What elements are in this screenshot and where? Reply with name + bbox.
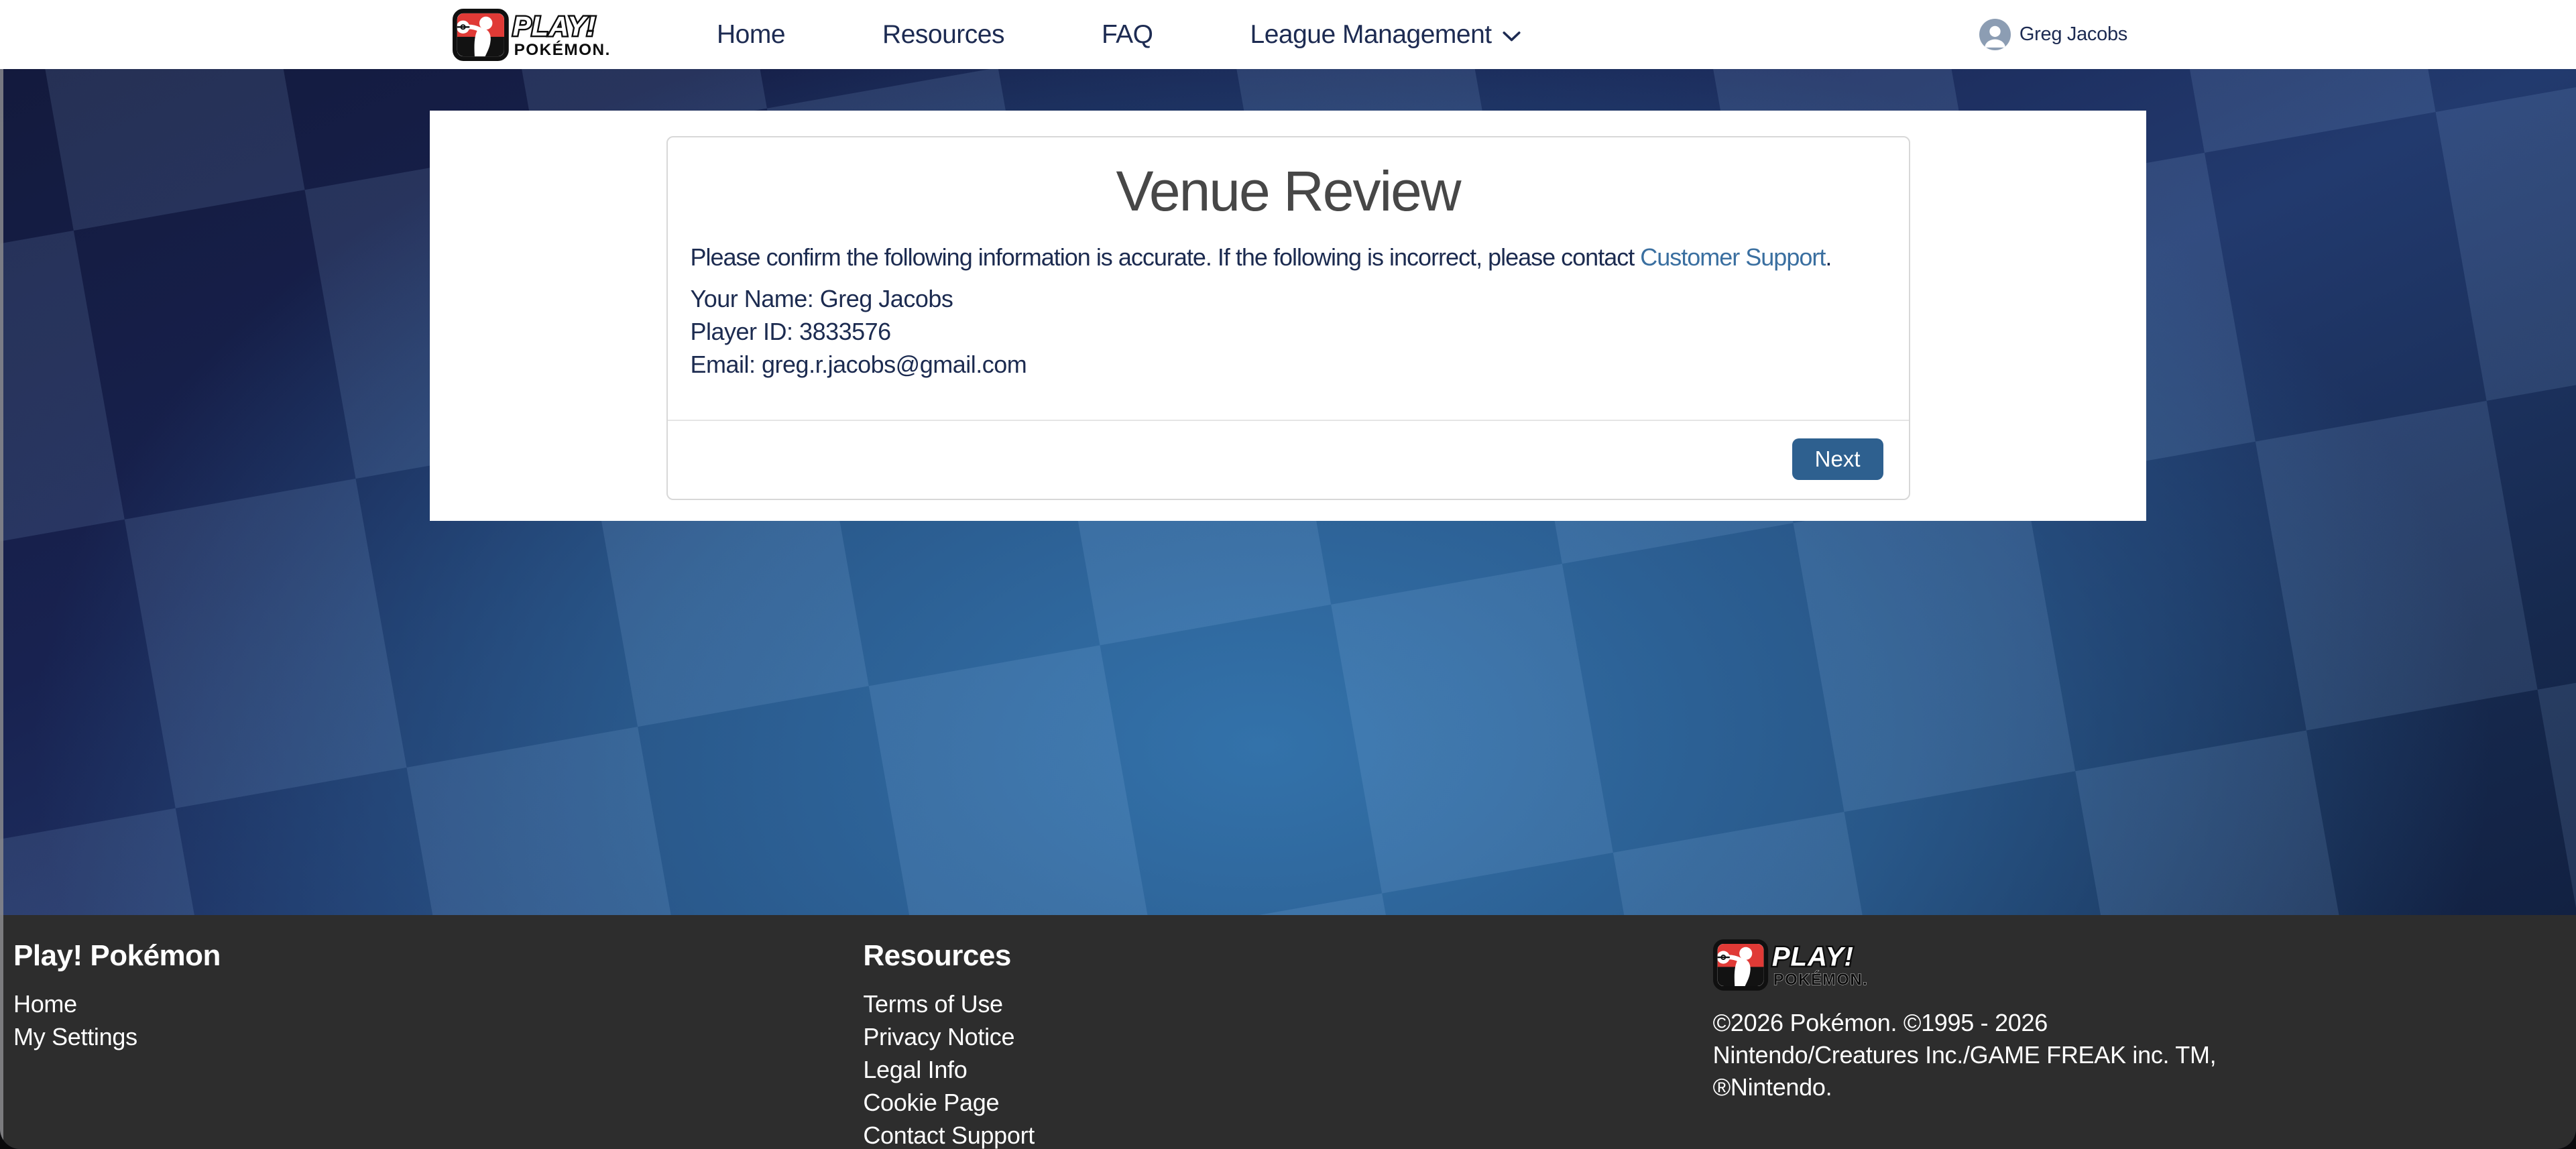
play-pokemon-logo-icon: PLAY! POKÉMON. xyxy=(453,9,655,61)
nav-item-label: Home xyxy=(717,20,785,50)
main-nav: Home Resources FAQ League Management xyxy=(717,20,1521,50)
user-avatar-icon xyxy=(1979,19,2011,50)
footer-links: Terms of Use Privacy Notice Legal Info C… xyxy=(863,987,1712,1149)
svg-text:PLAY!: PLAY! xyxy=(513,10,597,41)
footer-heading-resources: Resources xyxy=(863,939,1712,973)
user-name: Greg Jacobs xyxy=(2019,23,2127,46)
svg-text:POKÉMON.: POKÉMON. xyxy=(514,40,611,59)
svg-text:PLAY!: PLAY! xyxy=(1772,942,1854,971)
main-background: Venue Review Please confirm the followin… xyxy=(0,69,2576,915)
intro-text-period: . xyxy=(1825,243,1831,271)
footer-heading-play-pokemon: Play! Pokémon xyxy=(13,939,863,973)
footer: Play! Pokémon Home My Settings Resources… xyxy=(0,915,2576,1149)
footer-link-terms-of-use[interactable]: Terms of Use xyxy=(863,987,1002,1020)
footer-column-resources: Resources Terms of Use Privacy Notice Le… xyxy=(863,939,1712,1149)
top-navigation-bar: PLAY! POKÉMON. Home Resources FAQ League… xyxy=(0,0,2576,69)
confirmation-message: Please confirm the following information… xyxy=(691,242,1909,273)
play-pokemon-logo[interactable]: PLAY! POKÉMON. xyxy=(453,9,655,61)
footer-column-play-pokemon: Play! Pokémon Home My Settings xyxy=(13,939,863,1149)
play-pokemon-footer-logo-icon: PLAY! POKÉMON. xyxy=(1713,939,1912,991)
intro-text: Please confirm the following information… xyxy=(691,243,1641,271)
footer-link-home[interactable]: Home xyxy=(13,987,77,1020)
nav-item-resources[interactable]: Resources xyxy=(882,20,1004,50)
nav-item-faq[interactable]: FAQ xyxy=(1102,20,1153,50)
copyright-line: ©2026 Pokémon. ©1995 - 2026 xyxy=(1713,1007,2563,1039)
svg-text:POKÉMON.: POKÉMON. xyxy=(1773,970,1867,989)
next-button[interactable]: Next xyxy=(1792,438,1883,480)
detail-email: Email: greg.r.jacobs@gmail.com xyxy=(691,348,1886,381)
customer-support-link[interactable]: Customer Support xyxy=(1640,243,1825,271)
window-edge xyxy=(0,69,3,1149)
copyright-line: Nintendo/Creatures Inc./GAME FREAK inc. … xyxy=(1713,1039,2563,1071)
venue-review-card: Venue Review Please confirm the followin… xyxy=(666,136,1910,500)
nav-item-league-management[interactable]: League Management xyxy=(1250,20,1521,50)
page-title: Venue Review xyxy=(668,158,1909,225)
footer-link-contact-support[interactable]: Contact Support xyxy=(863,1119,1035,1149)
nav-item-label: Resources xyxy=(882,20,1004,50)
detail-your-name: Your Name: Greg Jacobs xyxy=(691,282,1886,315)
detail-player-id: Player ID: 3833576 xyxy=(691,315,1886,348)
footer-link-cookie-page[interactable]: Cookie Page xyxy=(863,1086,999,1119)
footer-link-my-settings[interactable]: My Settings xyxy=(13,1020,137,1053)
chevron-down-icon xyxy=(1503,31,1521,42)
nav-item-label: League Management xyxy=(1250,20,1492,50)
player-details: Your Name: Greg Jacobs Player ID: 383357… xyxy=(691,282,1886,381)
nav-item-home[interactable]: Home xyxy=(717,20,785,50)
content-wrapper: Venue Review Please confirm the followin… xyxy=(430,111,2146,521)
footer-links: Home My Settings xyxy=(13,987,863,1053)
browser-page: PLAY! POKÉMON. Home Resources FAQ League… xyxy=(0,0,2576,1149)
header-container: PLAY! POKÉMON. Home Resources FAQ League… xyxy=(430,0,2146,69)
copyright-line: ®Nintendo. xyxy=(1713,1071,2563,1103)
nav-item-label: FAQ xyxy=(1102,20,1153,50)
card-actions: Next xyxy=(668,421,1909,499)
footer-link-legal-info[interactable]: Legal Info xyxy=(863,1053,967,1086)
footer-column-legal: PLAY! POKÉMON. ©2026 Pokémon. ©1995 - 20… xyxy=(1713,939,2563,1149)
footer-link-privacy-notice[interactable]: Privacy Notice xyxy=(863,1020,1014,1053)
user-menu[interactable]: Greg Jacobs xyxy=(1979,19,2127,50)
copyright-notice: ©2026 Pokémon. ©1995 - 2026 Nintendo/Cre… xyxy=(1713,1007,2563,1103)
